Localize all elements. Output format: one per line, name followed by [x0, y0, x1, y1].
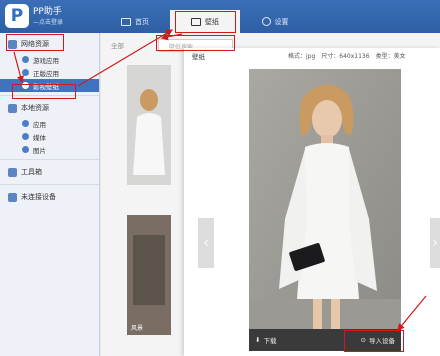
- game-icon: [22, 56, 29, 63]
- format-info: 格式：jpg: [288, 53, 316, 60]
- sidebar: 网络资源 游戏应用 正版应用 影视壁纸 本地资源 应用 媒体 图片 工具箱 未连…: [0, 33, 100, 356]
- sidebar-group-label: 未连接设备: [21, 193, 56, 201]
- preview-panel: 壁纸 格式：jpg 尺寸：640x1136 类型：美女 ‹ ⬇ 下载 ⊙ 导入设…: [184, 48, 440, 356]
- sidebar-group-device[interactable]: 未连接设备: [0, 188, 99, 206]
- gear-icon: [261, 17, 271, 26]
- next-arrow[interactable]: ›: [430, 218, 440, 268]
- sidebar-group-label: 本地资源: [21, 104, 49, 112]
- sidebar-group-toolbox[interactable]: 工具箱: [0, 163, 99, 181]
- preview-title: 壁纸: [192, 53, 205, 61]
- annotation-box-wallpapers: [12, 84, 76, 99]
- type-info: 类型：美女: [375, 53, 406, 60]
- sidebar-group-label: 工具箱: [21, 168, 42, 176]
- sidebar-item-label: 游戏应用: [33, 56, 59, 65]
- annotation-box-import: [344, 330, 404, 352]
- download-label: 下载: [263, 337, 277, 345]
- media-icon: [22, 133, 29, 140]
- thumbnail-image: [127, 65, 171, 185]
- sidebar-item-label: 图片: [33, 146, 46, 155]
- sidebar-item-media[interactable]: 媒体: [0, 130, 99, 143]
- sidebar-item-label: 应用: [33, 120, 46, 129]
- divider: [0, 159, 99, 160]
- sidebar-item-label: 媒体: [33, 133, 46, 142]
- sidebar-item-photos[interactable]: 图片: [0, 143, 99, 156]
- photo-icon: [22, 146, 29, 153]
- app-title: PP助手: [33, 7, 62, 17]
- login-link[interactable]: —点击登录: [33, 17, 63, 26]
- toolbox-icon: [8, 167, 17, 177]
- thumbnail-label: 风景: [131, 325, 144, 332]
- tab-settings[interactable]: 设置: [240, 10, 310, 33]
- sidebar-item-games[interactable]: 游戏应用: [0, 53, 99, 66]
- app-icon: [22, 120, 29, 127]
- sidebar-item-local-apps[interactable]: 应用: [0, 117, 99, 130]
- tab-home-label: 首页: [135, 17, 149, 26]
- portrait-photo: [249, 69, 401, 351]
- sidebar-item-apps[interactable]: 正版应用: [0, 66, 99, 79]
- divider: [0, 184, 99, 185]
- link-icon: [8, 192, 17, 202]
- annotation-box-wallpaper-tab: [175, 11, 236, 33]
- home-icon: [121, 17, 131, 26]
- wallpaper-thumbnail[interactable]: 风景: [127, 215, 171, 335]
- tab-home[interactable]: 首页: [100, 10, 170, 33]
- size-info: 尺寸：640x1136: [321, 53, 370, 60]
- breadcrumb: 全部: [111, 42, 124, 50]
- prev-arrow[interactable]: ‹: [198, 218, 214, 268]
- annotation-box-network: [6, 34, 64, 51]
- wallpaper-thumbnail[interactable]: [127, 65, 171, 185]
- app-logo: P: [5, 4, 29, 28]
- device-icon: [8, 103, 17, 113]
- app-icon: [22, 69, 29, 76]
- sidebar-item-label: 正版应用: [33, 69, 59, 78]
- preview-info: 格式：jpg 尺寸：640x1136 类型：美女: [288, 51, 406, 60]
- download-icon: ⬇: [255, 336, 261, 344]
- annotation-box-search: [156, 35, 235, 51]
- tab-settings-label: 设置: [274, 17, 289, 26]
- download-button[interactable]: ⬇ 下载: [255, 335, 276, 345]
- sidebar-group-local[interactable]: 本地资源: [0, 99, 99, 117]
- thumbnail-image: [127, 215, 171, 335]
- wallpaper-preview-image: ⬇ 下载 ⊙ 导入设备: [249, 69, 401, 351]
